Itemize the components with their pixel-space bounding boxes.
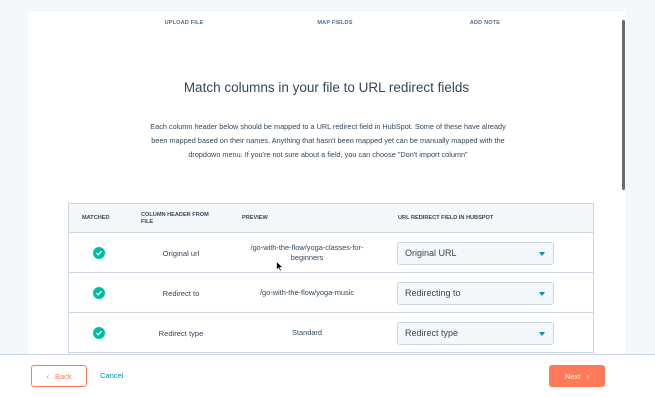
back-button[interactable]: ‹ Back: [31, 365, 87, 387]
check-icon: [93, 327, 105, 339]
step-indicator: UPLOAD FILE MAP FIELDS ADD NOTE: [28, 20, 625, 34]
caret-down-icon: [539, 292, 545, 296]
table-row: Redirect to /go-with-the-flow/yoga-music…: [69, 273, 593, 313]
step-add-note: ADD NOTE: [469, 20, 501, 26]
preview-cell: Standard: [292, 328, 322, 337]
field-dropdown-value: Original URL: [405, 248, 457, 258]
header-matched: MATCHED: [82, 215, 110, 221]
next-button-label: Next: [564, 371, 581, 381]
back-button-label: Back: [54, 371, 72, 381]
scrollbar[interactable]: [622, 20, 625, 190]
header-preview: PREVIEW: [242, 215, 268, 221]
step-map-fields: MAP FIELDS: [317, 20, 353, 26]
column-header-cell: Redirect to: [162, 288, 200, 298]
mapping-table: MATCHED COLUMN HEADER FROM FILE PREVIEW …: [68, 203, 594, 354]
footer-bar: ‹ Back Cancel Next ›: [0, 354, 655, 397]
field-dropdown-value: Redirect type: [405, 328, 459, 338]
table-header: MATCHED COLUMN HEADER FROM FILE PREVIEW …: [69, 204, 593, 233]
caret-down-icon: [539, 332, 545, 336]
import-panel: UPLOAD FILE MAP FIELDS ADD NOTE Match co…: [28, 12, 625, 354]
caret-down-icon: [539, 252, 545, 256]
column-header-cell: Original url: [162, 248, 200, 258]
field-dropdown-value: Redirecting to: [405, 288, 461, 298]
field-dropdown[interactable]: Redirecting to: [397, 282, 554, 305]
page-title: Match columns in your file to URL redire…: [183, 80, 470, 95]
mouse-cursor-icon: [276, 261, 284, 272]
cancel-button[interactable]: Cancel: [100, 365, 123, 387]
chevron-left-icon: ‹: [46, 371, 49, 381]
step-upload-file: UPLOAD FILE: [164, 20, 204, 26]
check-icon: [93, 287, 105, 299]
page-description: Each column header below should be mappe…: [150, 122, 506, 159]
table-row: Original url /go-with-the-flow/yoga-clas…: [69, 233, 593, 273]
check-icon: [93, 247, 105, 259]
column-header-cell: Redirect type: [158, 328, 204, 338]
table-row: Redirect type Standard Redirect type: [69, 313, 593, 353]
field-dropdown[interactable]: Original URL: [397, 242, 554, 265]
preview-cell: /go-with-the-flow/yoga-music: [259, 288, 355, 297]
field-dropdown[interactable]: Redirect type: [397, 322, 554, 345]
header-column: COLUMN HEADER FROM FILE: [141, 211, 209, 225]
chevron-right-icon: ›: [586, 371, 590, 381]
preview-cell: /go-with-the-flow/yoga-classes-for-begin…: [250, 243, 364, 262]
next-button[interactable]: Next ›: [549, 365, 605, 387]
header-field: URL REDIRECT FIELD IN HUBSPOT: [398, 215, 494, 221]
